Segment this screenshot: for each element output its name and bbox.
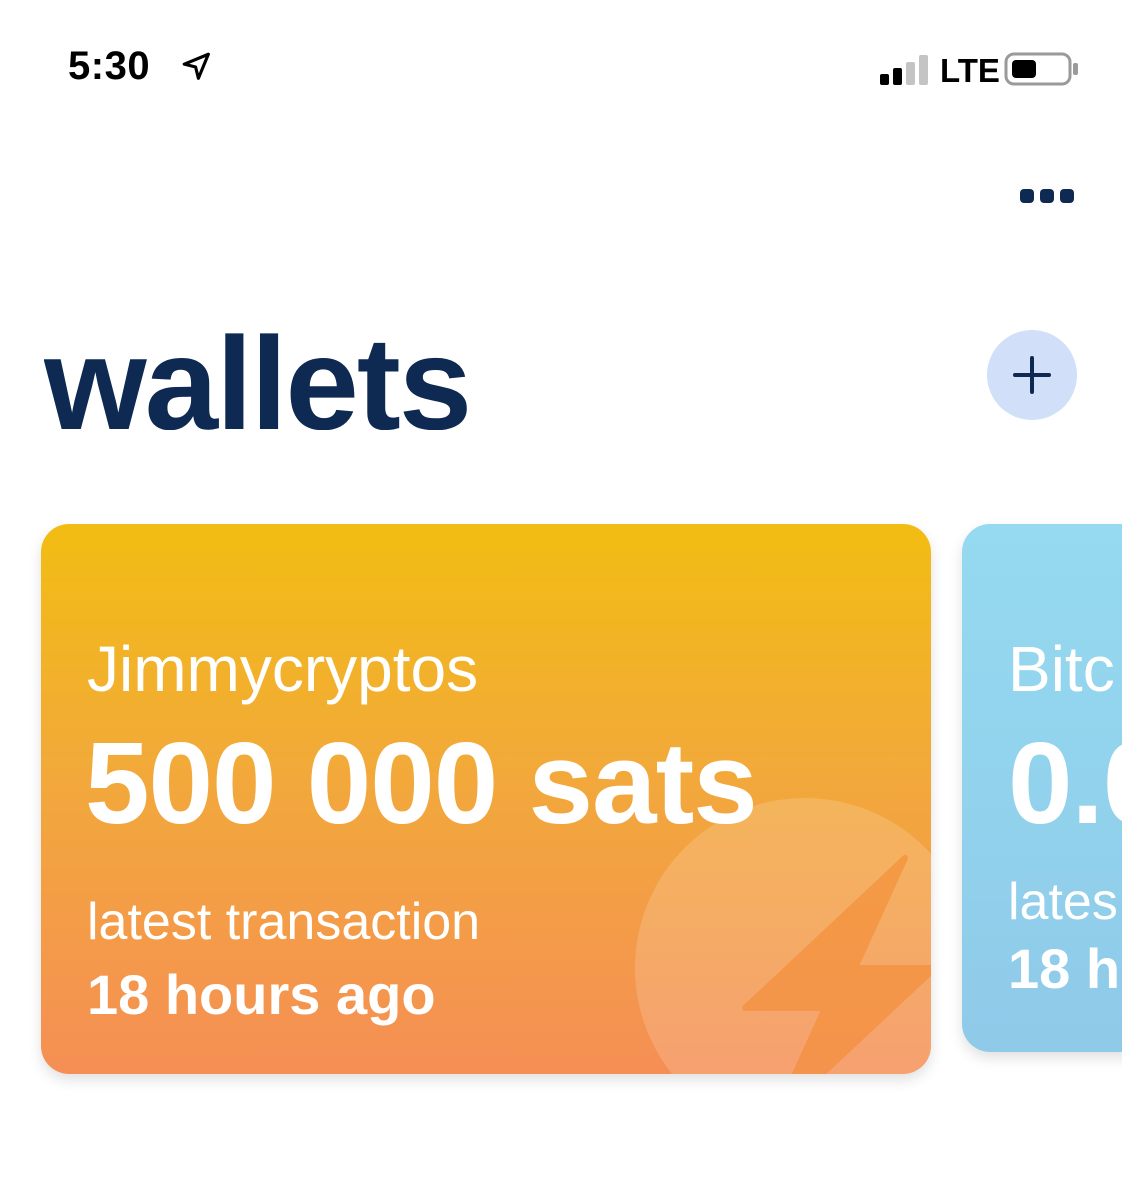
wallet-balance: 500 000 sats (85, 718, 758, 848)
wallet-balance: 0.0 (1008, 718, 1122, 848)
latest-transaction-value: 18 h (1008, 937, 1121, 1000)
battery-icon (1004, 52, 1078, 86)
wallet-name: Bitc (1008, 633, 1115, 705)
latest-transaction-value: 18 hours ago (87, 963, 436, 1026)
signal-bars-icon (880, 55, 928, 85)
location-arrow-icon (182, 52, 210, 80)
plus-icon (1013, 356, 1051, 394)
wallet-name: Jimmycryptos (87, 633, 479, 705)
add-wallet-button[interactable] (987, 330, 1077, 420)
more-dots-icon[interactable] (1010, 176, 1086, 216)
wallet-card-jimmycryptos[interactable]: Jimmycryptos 500 000 sats latest transac… (41, 524, 931, 1074)
latest-transaction-label: latest transaction (87, 893, 481, 951)
wallet-card-bitcoin[interactable]: Bitc 0.0 lates 18 h (962, 524, 1122, 1052)
page-title: wallets (44, 318, 471, 430)
network-type: LTE (940, 52, 1000, 89)
latest-transaction-label: lates (1008, 873, 1118, 931)
status-time: 5:30 (68, 44, 151, 88)
